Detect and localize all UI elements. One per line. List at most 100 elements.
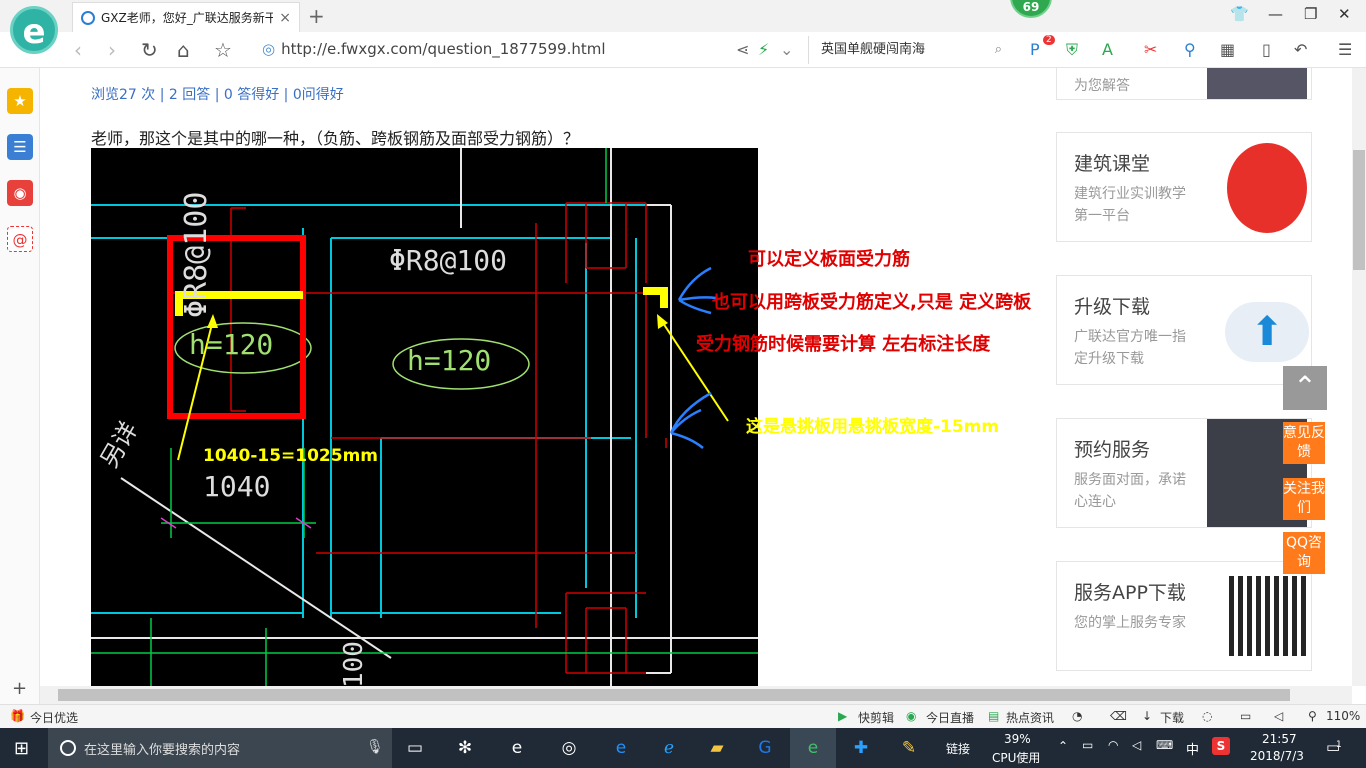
back-icon[interactable]: ‹ [74,38,82,62]
feedback-button[interactable]: 意见反馈 [1283,422,1325,464]
zoom-level[interactable]: 110% [1326,709,1360,723]
cad-label-h2: h=120 [407,344,492,377]
cpu-value: 39% [1004,732,1031,746]
clock-date[interactable]: 2018/7/3 [1250,749,1304,763]
back-to-top-button[interactable]: ⌃ [1283,366,1327,410]
translate-icon[interactable]: A [1102,40,1113,59]
new-tab-button[interactable]: + [308,4,325,28]
file-explorer-icon[interactable]: ▰ [704,736,730,760]
clean-icon[interactable]: ⌫ [1110,709,1127,723]
follow-us-button[interactable]: 关注我们 [1283,478,1325,520]
magnifier-icon[interactable]: ⚲ [1184,40,1196,59]
today-picks-link[interactable]: 今日优选 [30,709,78,726]
ime-indicator[interactable]: 中 [1186,739,1199,758]
cad-label-bottom: 100 [339,641,369,686]
qq-consult-button[interactable]: QQ咨询 [1283,532,1325,574]
mail-icon[interactable]: @ [7,226,33,252]
ie-icon[interactable]: ℯ [656,736,682,760]
card-title: 建筑课堂 [1074,153,1151,175]
speed-badge[interactable]: 69 [1010,0,1052,18]
question-text: 老师，那这个是其中的哪一种，（负筋、跨板钢筋及面部受力钢筋）？ [91,129,580,148]
apps-icon[interactable]: ▦ [1220,40,1235,59]
browser-e-icon[interactable]: e [504,736,530,760]
scissors-icon[interactable]: ✂ [1144,40,1157,59]
status-item[interactable]: 下载 [1160,709,1184,726]
task-view-icon[interactable]: ▭ [402,736,428,760]
forward-icon[interactable]: › [108,38,116,62]
video-edit-icon: ▶ [838,709,848,723]
battery-icon[interactable]: ▭ [1082,738,1093,752]
card-building-class[interactable]: 建筑课堂 建筑行业实训教学第一平台 [1056,132,1312,242]
globe-icon: ◎ [262,40,276,58]
menu-icon[interactable]: ☰ [1338,40,1352,59]
notes-app-icon[interactable]: ✎ [896,736,922,760]
status-item[interactable]: 热点资讯 [1006,709,1054,726]
cortana-icon [60,740,76,756]
swirl-app-icon[interactable]: ◎ [556,736,582,760]
glodon-g-icon[interactable]: G [752,736,778,760]
windows-start-icon[interactable]: ⊞ [14,738,29,759]
address-bar: ‹ › ↻ ⌂ ☆ ◎ http://e.fwxgx.com/question_1… [0,32,1366,68]
card-answer[interactable]: 为您解答 [1056,68,1312,100]
status-item[interactable]: 今日直播 [926,709,974,726]
extension-p-icon[interactable]: P [1030,40,1040,59]
weibo-icon[interactable]: ◉ [7,180,33,206]
sogou-icon[interactable]: S [1212,737,1230,755]
annotation-red-3: 受力钢筋时候需要计算 左右标注长度 [696,334,991,355]
search-icon[interactable]: ⌕ [995,36,1002,64]
status-bar: 🎁 今日优选 ▶ 快剪辑 ◉ 今日直播 ▤ 热点资讯 ◔ ⌫ ↓ 下载 ◌ ▭ … [0,704,1366,728]
clock-time[interactable]: 21:57 [1262,732,1297,746]
tab-active[interactable]: GXZ老师，您好_广联达服务新干线 × [72,2,300,32]
card-title: 服务APP下载 [1074,582,1186,604]
card-desc: 您的掌上服务专家 [1074,615,1186,631]
add-sidebar-icon[interactable]: + [12,678,27,699]
horizontal-scroll-thumb[interactable] [58,689,1290,701]
cpu-label: CPU使用 [992,751,1041,765]
undo-icon[interactable]: ↶ [1294,40,1307,59]
qr-code-icon [1229,576,1309,656]
links-toolbar[interactable]: 链接 [946,740,970,757]
chevron-down-icon[interactable]: ⌄ [780,40,793,59]
tshirt-icon[interactable]: 👕 [1230,5,1249,23]
close-window-icon[interactable]: ✕ [1338,5,1351,23]
search-input[interactable]: 英国单舰硬闯南海 ⌕ [808,36,1008,64]
card-appointment[interactable]: 预约服务 服务面对面，承诺心连心 [1056,418,1312,528]
tab-close-icon[interactable]: × [279,10,291,26]
reading-list-icon[interactable]: ☰ [7,134,33,160]
card-desc: 广联达官方唯一指定升级下载 [1074,329,1186,367]
home-icon[interactable]: ⌂ [177,38,190,62]
share-icon[interactable]: ⋖ [736,40,749,59]
ie-mode-icon[interactable]: ◌ [1202,709,1212,723]
edge-icon[interactable]: e [608,736,634,760]
minimize-icon[interactable]: — [1268,5,1283,23]
mute-icon[interactable]: ◁ [1274,709,1283,723]
pinwheel-icon[interactable]: ✻ [452,736,478,760]
status-item[interactable]: 快剪辑 [858,709,894,726]
lightning-icon[interactable]: ⚡ [758,40,769,59]
windows-taskbar: ⊞ 在这里输入你要搜索的内容 🎙 ▭ ✻ e ◎ e ℯ ▰ G e ✚ ✎ 链… [0,728,1366,768]
vertical-scroll-thumb[interactable] [1353,150,1365,270]
restore-icon[interactable]: ❐ [1304,5,1317,23]
extension-badge: 2 [1043,35,1055,45]
favorites-icon[interactable]: ★ [7,88,33,114]
url-field[interactable]: ◎ http://e.fwxgx.com/question_1877599.htm… [262,40,606,58]
browser-360-icon[interactable]: e [800,736,826,760]
keyboard-icon[interactable]: ⌨ [1156,738,1173,752]
annotation-red-1: 可以定义板面受力筋 [748,249,910,270]
volume-icon[interactable]: ◁ [1132,738,1141,752]
speed-icon[interactable]: ◔ [1072,709,1082,723]
microphone-icon[interactable]: 🎙 [366,739,384,755]
remote-desktop-icon[interactable]: ✚ [848,736,874,760]
wifi-icon[interactable]: ◠ [1108,738,1118,752]
window-icon[interactable]: ▭ [1240,709,1251,723]
card-upgrade[interactable]: 升级下载 广联达官方唯一指定升级下载 ⬆ [1056,275,1312,385]
card-app-download[interactable]: 服务APP下载 您的掌上服务专家 [1056,561,1312,671]
star-icon[interactable]: ☆ [214,38,232,62]
taskbar-search-input[interactable]: 在这里输入你要搜索的内容 🎙 [48,728,392,768]
browser-logo-icon[interactable]: e [10,6,58,54]
phone-icon[interactable]: ▯ [1262,40,1271,59]
reload-icon[interactable]: ↻ [141,38,158,62]
shield-icon[interactable]: ⛨ [1066,40,1078,60]
tray-chevron-icon[interactable]: ⌃ [1058,739,1068,753]
service-person-image [1207,68,1307,99]
